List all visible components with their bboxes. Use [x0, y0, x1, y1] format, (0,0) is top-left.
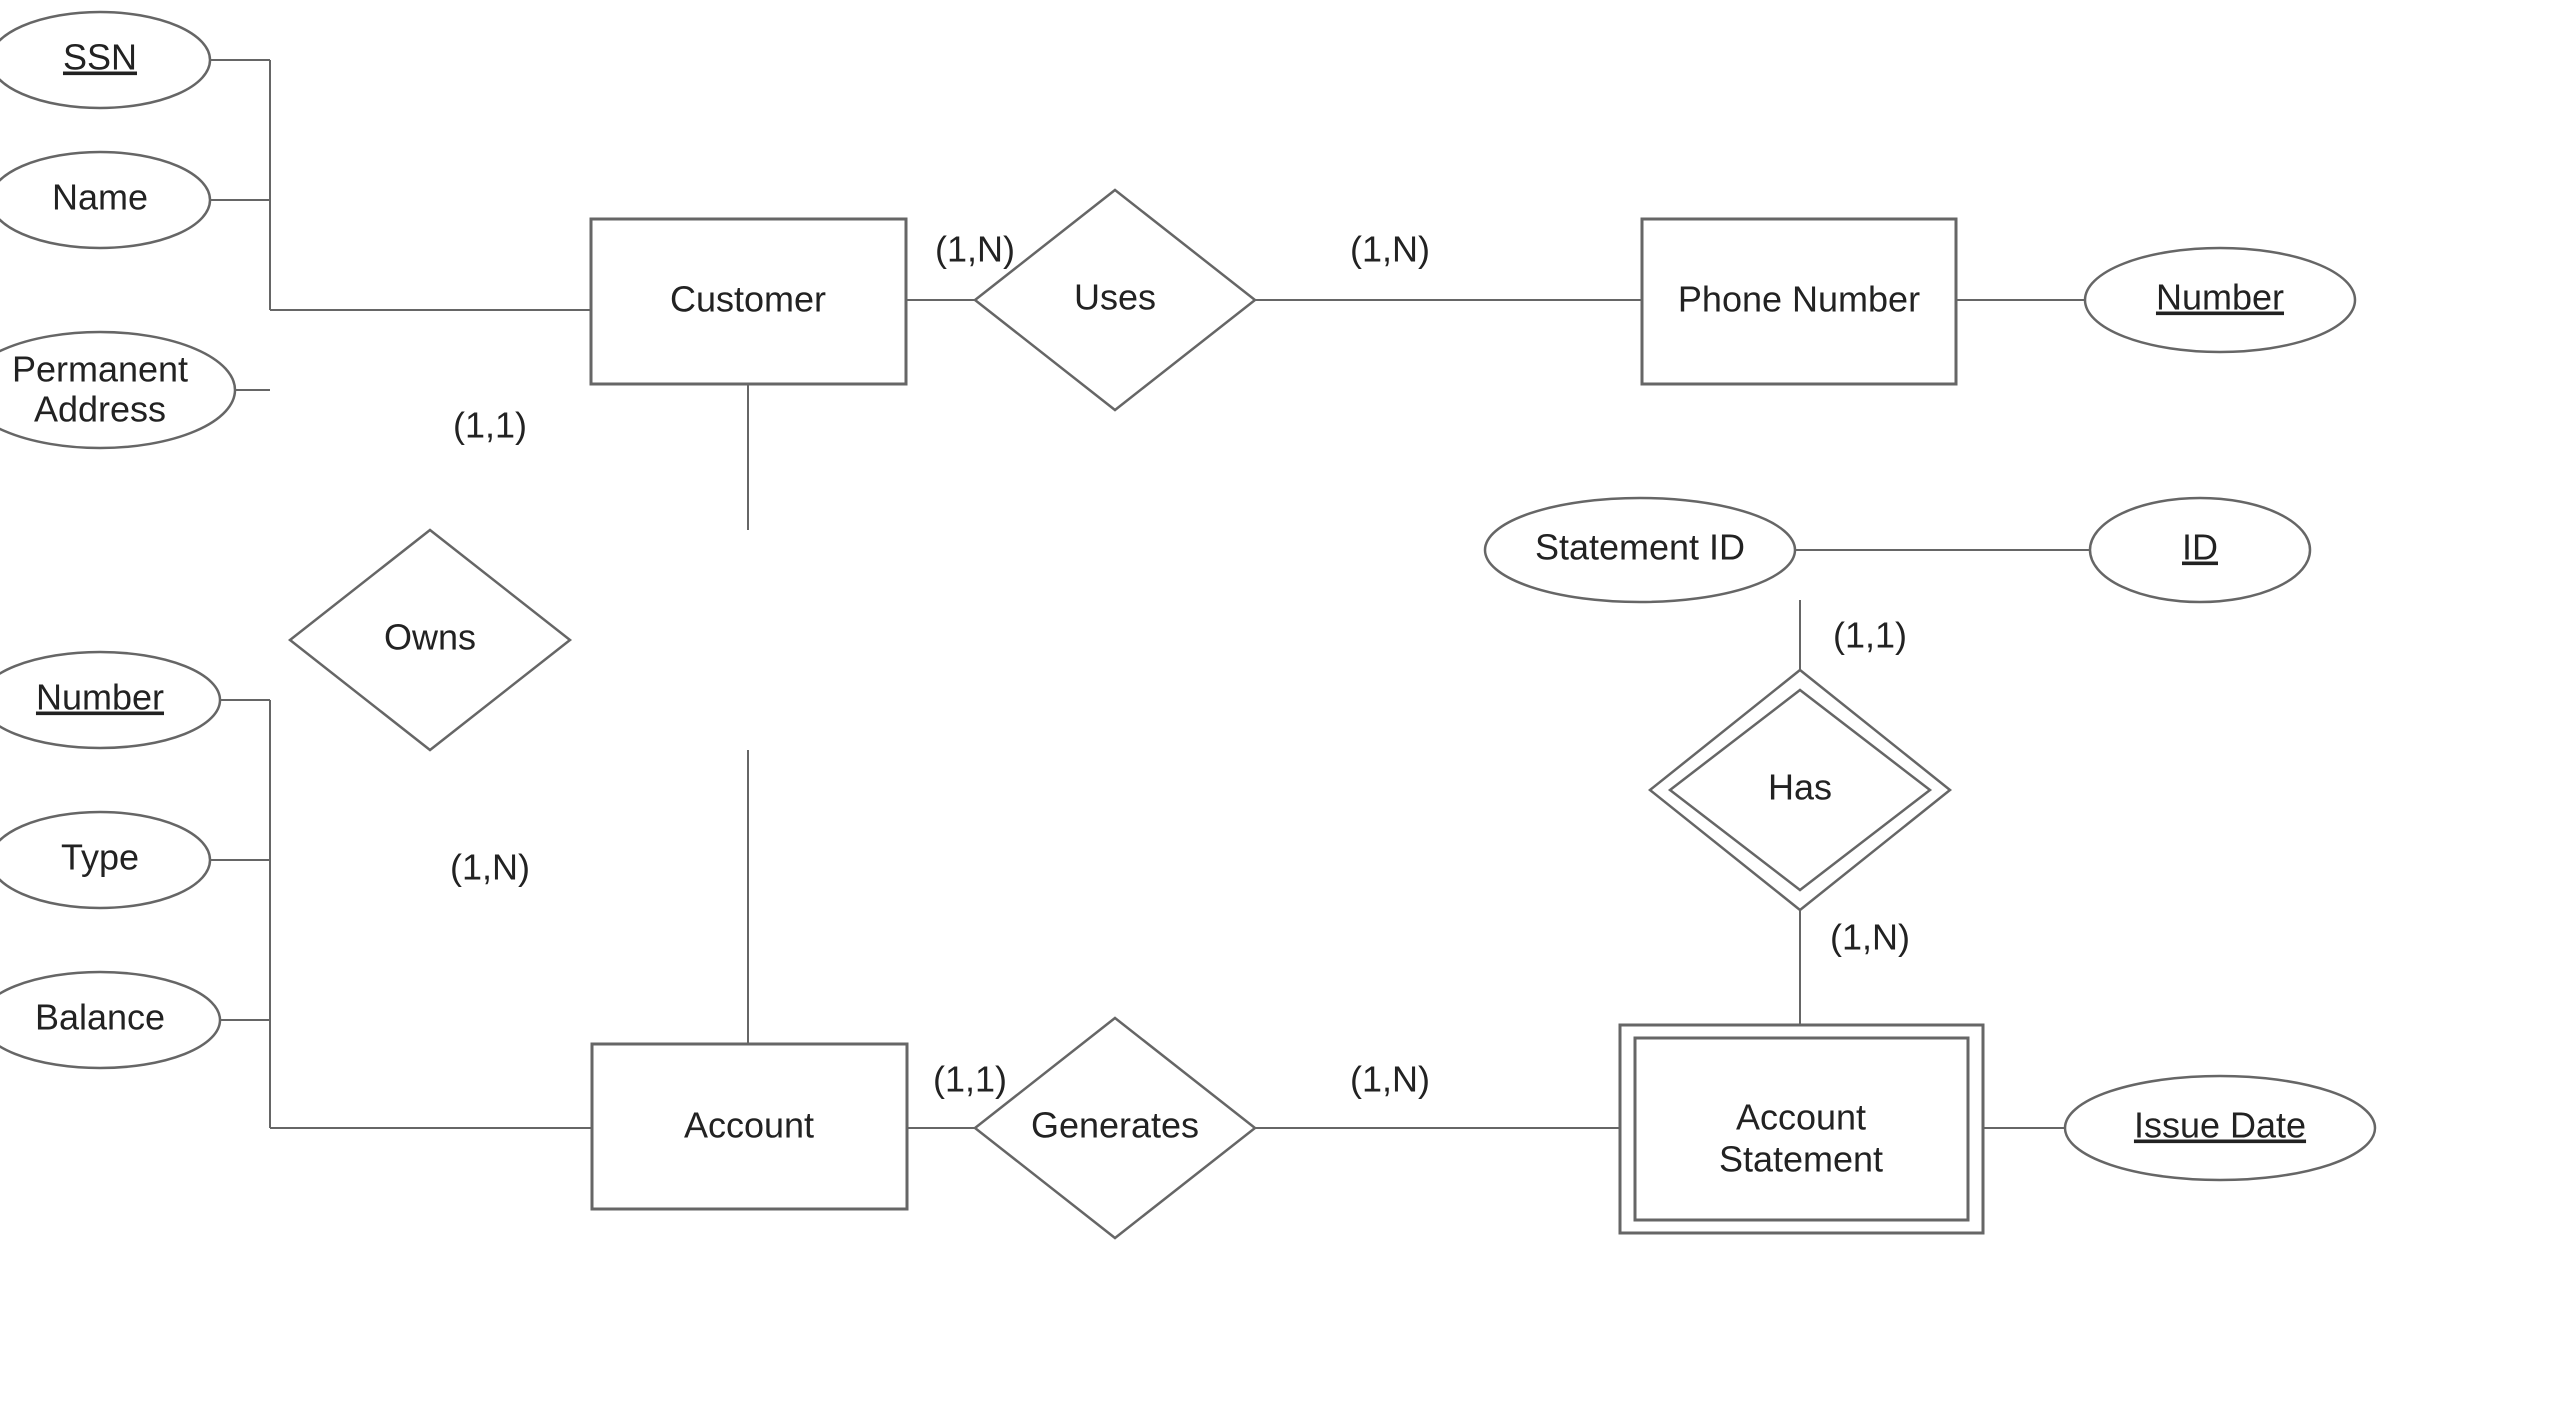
phone-number-label: Phone Number: [1678, 279, 1920, 320]
card-stmtid-has: (1,1): [1833, 615, 1907, 656]
generates-label: Generates: [1031, 1105, 1199, 1146]
name-label: Name: [52, 177, 148, 218]
card-account-generates: (1,1): [933, 1059, 1007, 1100]
phone-number-attr-label: Number: [2156, 277, 2284, 318]
owns-label: Owns: [384, 617, 476, 658]
account-number-label: Number: [36, 677, 164, 718]
perm-addr-label1: Permanent: [12, 349, 188, 390]
balance-label: Balance: [35, 997, 165, 1038]
card-customer-owns: (1,1): [453, 405, 527, 446]
issue-date-label: Issue Date: [2134, 1105, 2306, 1146]
account-statement-label2: Statement: [1719, 1139, 1883, 1180]
card-owns-account: (1,N): [450, 847, 530, 888]
perm-addr-label2: Address: [34, 389, 166, 430]
account-statement-label: Account: [1736, 1097, 1866, 1138]
type-label: Type: [61, 837, 139, 878]
customer-label: Customer: [670, 279, 826, 320]
account-label: Account: [684, 1105, 814, 1146]
card-uses-phone: (1,N): [1350, 229, 1430, 270]
id-label: ID: [2182, 527, 2218, 568]
card-has-stmt: (1,N): [1830, 917, 1910, 958]
has-label: Has: [1768, 767, 1832, 808]
uses-label: Uses: [1074, 277, 1156, 318]
card-generates-stmt: (1,N): [1350, 1059, 1430, 1100]
card-customer-uses: (1,N): [935, 229, 1015, 270]
ssn-label: SSN: [63, 37, 137, 78]
statement-id-label: Statement ID: [1535, 527, 1745, 568]
